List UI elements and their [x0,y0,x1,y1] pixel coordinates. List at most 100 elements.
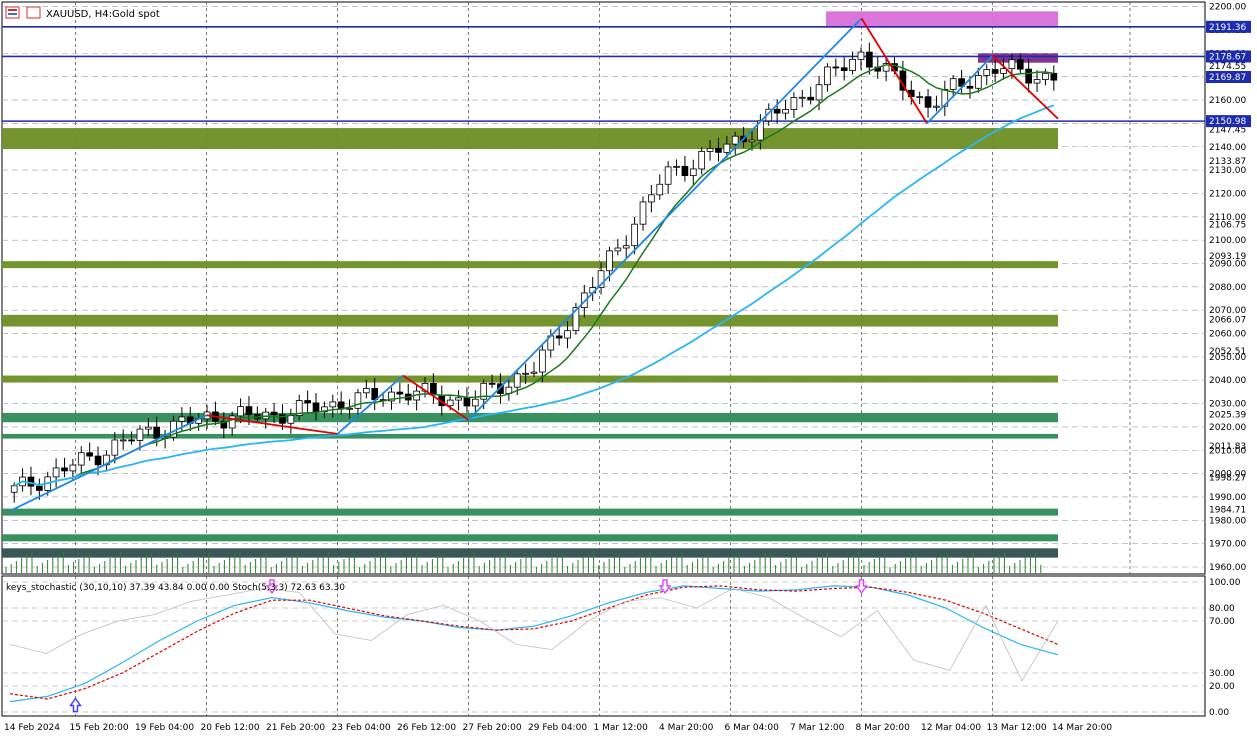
candle-body [1025,68,1032,84]
candle-body [790,97,798,110]
price-panel[interactable]: 2200.002180.002170.002160.002150.002140.… [1,1,1251,733]
candle-body [949,78,957,90]
candle-body [933,105,940,108]
symbol-label: XAUUSD, H4: [46,9,112,20]
candle-body [69,464,77,472]
candle-body [807,96,815,101]
candle-body [1050,72,1058,81]
candle-body [798,96,806,99]
price-tick-label: 2133.87 [1209,157,1246,167]
oscillator-tick-label: 70.00 [1209,617,1235,627]
time-axis-label: 26 Feb 12:00 [397,723,456,733]
price-zone [2,412,1058,423]
candle-body [991,69,999,74]
price-tick-label: 1980.00 [1209,516,1246,526]
candle-body [36,485,43,491]
candle-body [706,148,714,152]
candle-body [94,455,102,466]
candle-body [773,108,781,114]
candle-body [178,416,186,422]
candle-body [689,168,697,176]
candle-body [840,67,848,71]
candle-body [866,51,873,68]
candle-body [304,400,311,404]
oscillator-panel[interactable]: 100.00 80.00 70.00 30.00 20.00 0.00 [1,575,1241,718]
candle-body [128,439,135,442]
time-axis-label: 14 Mar 20:00 [1052,723,1112,733]
price-tick-label: 1998.27 [1209,474,1246,484]
symbol-description: Gold spot [112,9,160,20]
time-axis-label: 13 Mar 12:00 [987,723,1047,733]
fast-moving-average [13,64,1054,487]
time-axis-label: 8 Mar 20:00 [856,723,911,733]
price-panel-border [1,1,1206,575]
candle-body [287,415,295,424]
signal-arrow-icon [69,697,82,713]
candle-body [354,392,362,409]
time-axis-label: 1 Mar 12:00 [594,723,649,733]
candle-body [61,467,68,472]
candle-body [362,388,370,394]
candle-body [606,250,613,272]
chart-svg[interactable]: 2200.002180.002170.002160.002150.002140.… [0,0,1257,737]
candle-body [983,69,991,76]
chart-window[interactable]: 2200.002180.002170.002160.002150.002140.… [0,0,1257,737]
price-tick-label: 2174.55 [1209,62,1246,72]
candle-body [488,382,496,385]
candle-body [396,391,404,395]
candle-body [245,406,253,416]
price-tag-label: 2150.98 [1209,117,1246,127]
oscillator-tick-label: 0.00 [1209,708,1229,718]
zigzag-segment [336,374,404,435]
price-tick-label: 2160.00 [1209,96,1246,106]
zigzag-segment [9,414,207,512]
price-tag-label: 2169.87 [1209,73,1246,83]
candle-body [673,165,680,168]
signal-arrow-icon [658,579,672,595]
candle-body [1016,59,1024,70]
chart-header: XAUUSD, H4: Gold spot [5,6,160,20]
price-tick-label: 1960.00 [1209,563,1246,573]
price-tick-label: 2080.00 [1209,283,1246,293]
stochastic-main-line [9,585,1059,703]
symbol-icon-bar-2 [8,13,17,15]
candle-body [111,439,119,456]
price-tick-label: 2106.75 [1209,220,1246,230]
time-axis-label: 12 Mar 04:00 [921,723,981,733]
price-zone [2,314,1058,327]
price-tick-label: 2130.00 [1209,166,1246,176]
time-axis-label: 19 Feb 04:00 [135,723,194,733]
price-zone [2,128,1058,150]
candle-body [832,66,840,69]
price-zone [2,534,1058,542]
price-tick-label: 1984.71 [1209,505,1246,515]
candle-body [975,75,982,89]
candle-body [664,166,672,185]
candle-body [966,85,974,89]
price-tick-label: 2060.00 [1209,330,1246,340]
chart-type-icon [26,6,41,19]
candle-body [723,143,731,153]
candle-body [656,183,664,196]
candle-body [539,349,546,373]
slow-moving-average [13,104,1055,487]
time-axis-label: 23 Feb 04:00 [332,723,391,733]
candle-body [446,399,454,407]
candle-body [463,397,471,407]
candle-body [329,401,337,408]
price-tick-label: 2140.00 [1209,143,1246,153]
candle-body [346,407,353,410]
candle-body [631,223,638,247]
candle-body [849,58,856,71]
candle-body [237,406,244,417]
price-zone [2,375,1058,383]
candle-body [471,398,479,407]
candle-body [824,66,831,86]
candle-body [782,109,789,114]
time-axis-label: 7 Mar 12:00 [790,723,845,733]
price-tick-label: 2040.00 [1209,376,1246,386]
candle-body [86,452,93,457]
zigzag-segment [271,423,338,435]
price-tick-label: 1970.00 [1209,540,1246,550]
candle-body [648,194,655,203]
